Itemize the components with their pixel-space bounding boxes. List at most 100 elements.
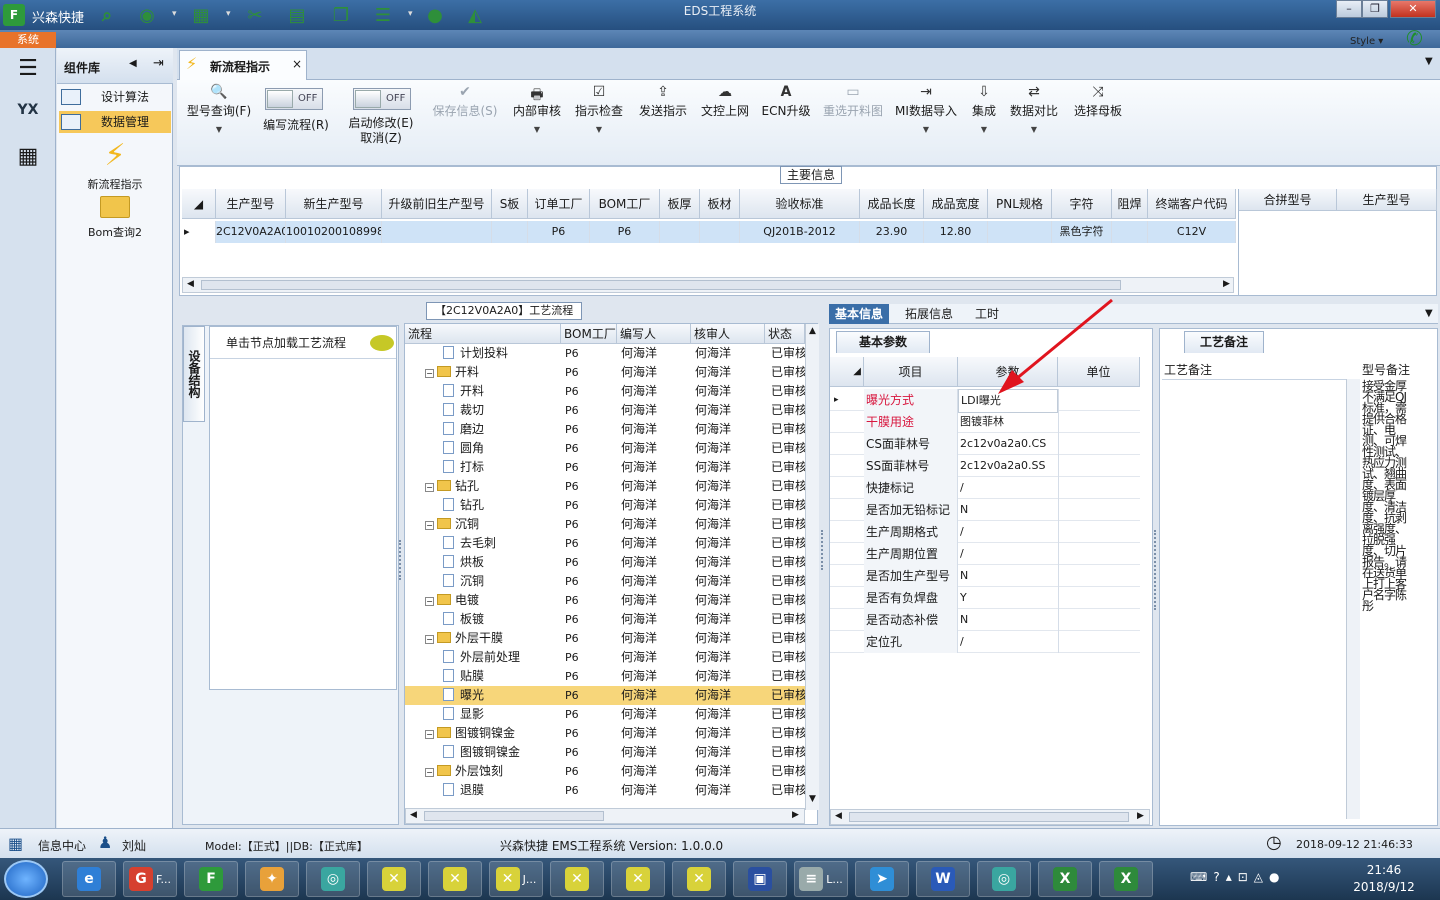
component-item-design-algorithm[interactable]: 设计算法 xyxy=(59,86,171,108)
flow-row[interactable]: 曝光 P6 何海洋 何海洋 已审核 xyxy=(405,686,805,705)
mountain-chart-icon[interactable]: ◭ xyxy=(462,3,488,27)
flow-node[interactable]: 去毛刺 xyxy=(405,534,561,553)
search-icon[interactable]: ⌕ xyxy=(94,3,120,27)
param-value[interactable]: N xyxy=(958,609,1058,631)
scroll-thumb[interactable] xyxy=(201,280,1121,290)
col-header[interactable]: 验收标准 xyxy=(740,189,860,219)
chevron-down-icon[interactable]: ▾ xyxy=(408,9,416,19)
taskbar-item[interactable]: W xyxy=(916,861,970,897)
col-header[interactable]: 编写人 xyxy=(617,324,691,344)
main-info-hscroll[interactable]: ◀ ▶ xyxy=(182,277,1234,293)
param-value[interactable]: / xyxy=(958,543,1058,565)
flow-node[interactable]: − 图镀铜镍金 xyxy=(405,724,561,743)
col-header[interactable]: 状态 xyxy=(765,324,805,344)
list-icon[interactable]: ☰ xyxy=(370,3,396,27)
param-value[interactable]: 2c12v0a2a0.SS xyxy=(958,455,1058,477)
taskbar-item[interactable]: G F... xyxy=(123,861,177,897)
flow-row[interactable]: 裁切 P6 何海洋 何海洋 已审核 xyxy=(405,401,805,420)
param-row[interactable]: SS面菲林号 2c12v0a2a0.SS xyxy=(830,455,1140,477)
scroll-left-icon[interactable]: ◀ xyxy=(187,279,194,289)
chevron-down-icon[interactable]: ▾ xyxy=(172,9,180,19)
tab-new-flow-instruction[interactable]: ⚡ 新流程指示 × xyxy=(179,50,307,80)
expand-toggle-icon[interactable]: − xyxy=(425,369,434,378)
col-header[interactable]: 生产型号 xyxy=(216,189,286,219)
taskbar-item[interactable]: ✦ xyxy=(245,861,299,897)
factory-icon[interactable]: YX xyxy=(8,92,48,128)
flow-row[interactable]: 图镀铜镍金 P6 何海洋 何海洋 已审核 xyxy=(405,743,805,762)
flow-row[interactable]: − 图镀铜镍金 P6 何海洋 何海洋 已审核 xyxy=(405,724,805,743)
scroll-left-icon[interactable]: ◀ xyxy=(410,810,417,820)
col-header[interactable]: 字符 xyxy=(1052,189,1112,219)
cell[interactable]: C12V xyxy=(1148,221,1236,243)
col-header[interactable]: PNL规格 xyxy=(988,189,1052,219)
param-row[interactable]: 生产周期位置 / xyxy=(830,543,1140,565)
tab-extended-info[interactable]: 拓展信息 xyxy=(899,304,959,324)
flow-node[interactable]: 计划投料 xyxy=(405,344,561,363)
cell[interactable]: QJ201B-2012 xyxy=(740,221,860,243)
send-instruction-button[interactable]: ⇪ 发送指示 xyxy=(637,84,689,119)
flow-node[interactable]: 圆角 xyxy=(405,439,561,458)
param-value[interactable]: 2c12v0a2a0.CS xyxy=(958,433,1058,455)
param-unit[interactable] xyxy=(1058,455,1140,477)
chevron-down-icon[interactable]: ▼ xyxy=(511,125,563,134)
param-row[interactable]: 快捷标记 / xyxy=(830,477,1140,499)
col-header[interactable]: BOM工厂 xyxy=(590,189,660,219)
taskbar-clock[interactable]: 21:46 2018/9/12 xyxy=(1352,862,1416,896)
clipboard-icon[interactable]: ❐ xyxy=(328,3,354,27)
flow-node[interactable]: 沉铜 xyxy=(405,572,561,591)
equipment-structure-tab[interactable]: 设备结构 xyxy=(183,326,205,422)
instruction-check-button[interactable]: ☑ 指示检查 ▼ xyxy=(573,84,625,134)
scroll-down-icon[interactable]: ▼ xyxy=(809,794,816,804)
film-icon[interactable]: ▤ xyxy=(284,3,310,27)
param-row[interactable]: 定位孔 / xyxy=(830,631,1140,653)
flow-row[interactable]: 显影 P6 何海洋 何海洋 已审核 xyxy=(405,705,805,724)
param-row[interactable]: 是否有负焊盘 Y xyxy=(830,587,1140,609)
col-header[interactable]: 成品宽度 xyxy=(924,189,988,219)
flow-node[interactable]: 曝光 xyxy=(405,686,561,705)
col-header[interactable]: 成品长度 xyxy=(860,189,924,219)
mi-data-import-button[interactable]: ⇥ MI数据导入 ▼ xyxy=(893,84,959,134)
flow-vscroll[interactable]: ▲ ▼ xyxy=(805,324,819,810)
flow-node[interactable]: 打标 xyxy=(405,458,561,477)
flow-node[interactable]: 钻孔 xyxy=(405,496,561,515)
param-unit[interactable] xyxy=(1058,499,1140,521)
col-header[interactable]: 板厚 xyxy=(660,189,700,219)
expand-toggle-icon[interactable]: − xyxy=(425,635,434,644)
scroll-right-icon[interactable]: ▶ xyxy=(1137,811,1144,821)
ecn-upgrade-button[interactable]: A ECN升级 xyxy=(761,84,811,119)
expand-toggle-icon[interactable]: − xyxy=(425,768,434,777)
minimize-button[interactable]: – xyxy=(1336,0,1362,18)
cell[interactable] xyxy=(382,221,492,243)
tab-process-note[interactable]: 工艺备注 xyxy=(1184,331,1264,353)
flow-row[interactable]: 去毛刺 P6 何海洋 何海洋 已审核 xyxy=(405,534,805,553)
taskbar-item[interactable]: ✕ xyxy=(611,861,665,897)
scissors-icon[interactable]: ✂ xyxy=(242,3,268,27)
flow-row[interactable]: − 开料 P6 何海洋 何海洋 已审核 xyxy=(405,363,805,382)
flow-node[interactable]: − 钻孔 xyxy=(405,477,561,496)
col-header[interactable]: 阻焊 xyxy=(1112,189,1148,219)
taskbar-item[interactable]: ➤ xyxy=(855,861,909,897)
param-row[interactable]: 干膜用途 图镀菲林 xyxy=(830,411,1140,433)
cell[interactable]: P6 xyxy=(590,221,660,243)
flow-hscroll[interactable]: ◀ ▶ xyxy=(405,808,805,824)
chevron-down-icon[interactable]: ▾ xyxy=(226,9,234,19)
tray-icons[interactable]: ⌨?▴⊡◬● xyxy=(1190,870,1285,884)
param-unit[interactable] xyxy=(1058,543,1140,565)
taskbar-item[interactable]: ✕ xyxy=(672,861,726,897)
tab-basic-params[interactable]: 基本参数 xyxy=(836,331,930,353)
flow-node[interactable]: 烘板 xyxy=(405,553,561,572)
flow-node[interactable]: 退膜 xyxy=(405,781,561,800)
flow-node[interactable]: − 外层蚀刻 xyxy=(405,762,561,781)
flow-row[interactable]: 外层前处理 P6 何海洋 何海洋 已审核 xyxy=(405,648,805,667)
flow-row[interactable]: − 外层干膜 P6 何海洋 何海洋 已审核 xyxy=(405,629,805,648)
menu-icon[interactable]: ☰ xyxy=(8,50,48,86)
col-header[interactable]: S板 xyxy=(492,189,528,219)
flow-row[interactable]: 钻孔 P6 何海洋 何海洋 已审核 xyxy=(405,496,805,515)
param-unit[interactable] xyxy=(1058,433,1140,455)
param-unit[interactable] xyxy=(1058,477,1140,499)
flow-node[interactable]: 裁切 xyxy=(405,401,561,420)
chevron-down-icon[interactable]: ▼ xyxy=(185,125,253,134)
param-value[interactable]: / xyxy=(958,521,1058,543)
save-info-button[interactable]: ✔ 保存信息(S) xyxy=(429,84,501,119)
taskbar-item[interactable]: ◎ xyxy=(977,861,1031,897)
